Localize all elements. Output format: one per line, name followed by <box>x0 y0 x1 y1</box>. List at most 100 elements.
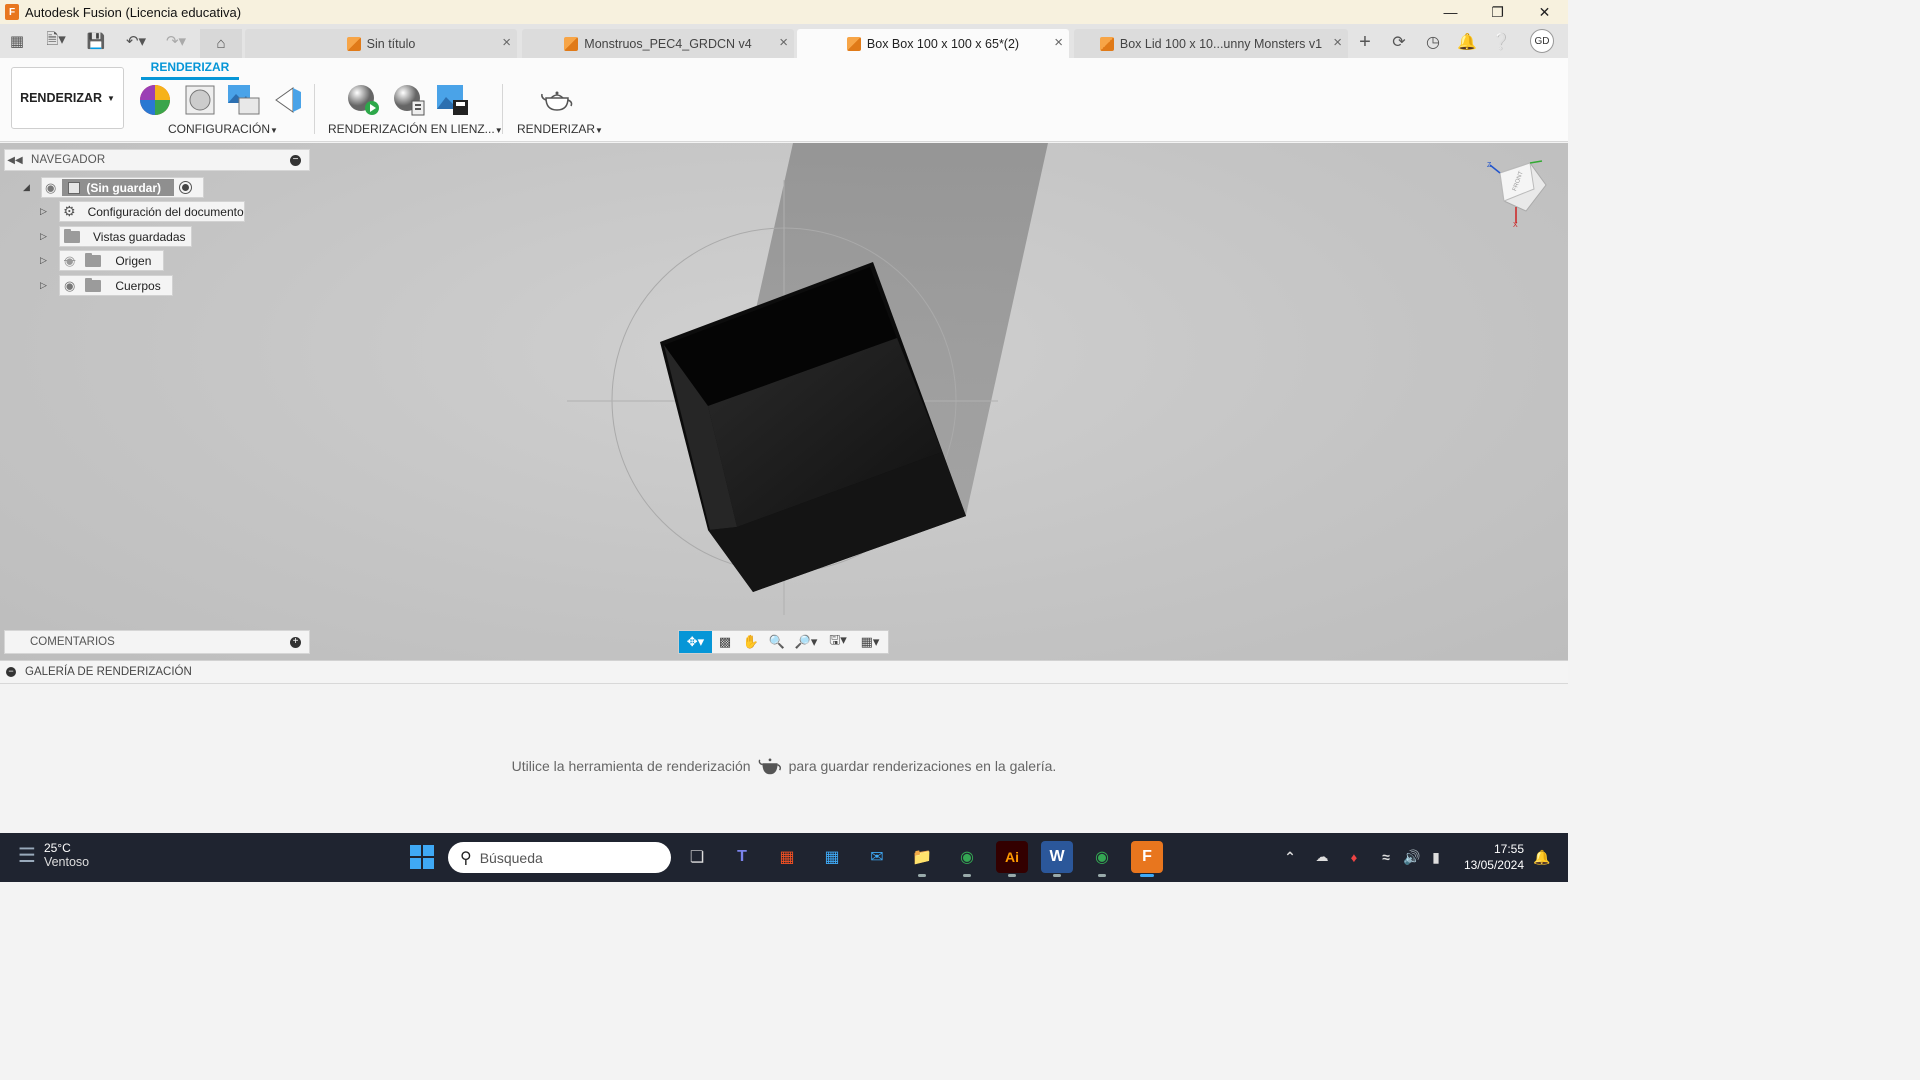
browser-item-label: Cuerpos <box>115 278 161 293</box>
tab-box-box[interactable]: Box Box 100 x 100 x 65*(2) × <box>797 29 1069 58</box>
expand-triangle-icon[interactable]: ▷ <box>40 231 47 242</box>
navigation-toolbar: ✥▾ ▩ ✋ 🔍 🔎▾ 🖫▾ ▦▾ <box>678 630 889 654</box>
comments-title: COMENTARIOS <box>30 636 115 648</box>
close-tab-icon[interactable]: × <box>1333 34 1342 51</box>
save-icon[interactable]: 💾 <box>86 30 106 52</box>
renderizar-group-menu[interactable]: RENDERIZAR▼ <box>517 122 603 136</box>
appearance-color-wheel-icon[interactable] <box>138 84 172 116</box>
undo-icon[interactable]: ↶▾ <box>120 30 152 52</box>
browser-item-bodies[interactable]: ◉ Cuerpos <box>59 275 173 296</box>
look-at-icon[interactable]: ▩ <box>712 631 738 653</box>
teams-icon[interactable]: T <box>726 841 758 873</box>
minimize-icon[interactable]: — <box>1427 0 1474 24</box>
tab-label: Sin título <box>366 36 416 51</box>
show-hidden-icons-chevron-icon[interactable]: ⌃ <box>1274 841 1306 873</box>
data-panel-grid-icon[interactable]: ▦ <box>6 30 28 52</box>
add-comment-icon[interactable]: + <box>290 637 301 648</box>
calendar-icon[interactable]: ▦ <box>816 841 848 873</box>
restore-icon[interactable]: ❐ <box>1474 0 1521 24</box>
view-cube[interactable]: FRONT Z X <box>1486 159 1550 229</box>
user-avatar[interactable]: GD <box>1530 29 1554 53</box>
visibility-eye-icon[interactable]: ◉ <box>64 278 75 294</box>
in-canvas-render-start-icon[interactable] <box>346 84 380 116</box>
microsoft-store-icon[interactable]: ▦ <box>771 841 803 873</box>
orbit-icon[interactable]: ✥▾ <box>679 631 712 653</box>
browser-panel-header[interactable]: ◀◀ NAVEGADOR − <box>4 149 310 171</box>
pan-hand-icon[interactable]: ✋ <box>738 631 764 653</box>
root-node-chip: (Sin guardar) <box>62 179 175 196</box>
hidden-eye-icon[interactable]: ◉ <box>64 253 75 269</box>
scene-settings-icon[interactable] <box>183 84 217 116</box>
render-teapot-icon[interactable] <box>540 84 574 116</box>
configuracion-group-menu[interactable]: CONFIGURACIÓN▼ <box>168 122 278 136</box>
new-tab-plus-icon[interactable]: + <box>1353 30 1377 54</box>
texture-map-icon[interactable] <box>227 84 261 116</box>
collapse-panel-icon[interactable]: ◀◀ <box>5 155 25 166</box>
browser-item-origin[interactable]: ◉ Origen <box>59 250 164 271</box>
ribbon-divider <box>502 84 503 134</box>
file-explorer-icon[interactable]: 📁 <box>906 841 938 877</box>
start-windows-icon[interactable] <box>406 841 438 873</box>
render-gallery-header[interactable]: − GALERÍA DE RENDERIZACIÓN <box>0 660 1568 684</box>
clock-date: 13/05/2024 <box>1463 858 1524 872</box>
battery-icon[interactable]: ▮ <box>1420 841 1452 873</box>
search-icon: ⚲ <box>460 849 472 867</box>
close-tab-icon[interactable]: × <box>779 34 788 51</box>
in-canvas-render-settings-icon[interactable] <box>392 84 426 116</box>
close-tab-icon[interactable]: × <box>1054 34 1063 51</box>
tab-label: Monstruos_PEC4_GRDCN v4 <box>584 36 752 51</box>
grid-settings-icon[interactable]: ▦▾ <box>854 631 886 653</box>
illustrator-icon[interactable]: Ai <box>996 841 1028 877</box>
tab-sin-titulo[interactable]: Sin título × <box>245 29 517 58</box>
job-status-clock-icon[interactable]: ◷ <box>1421 30 1445 54</box>
title-bar: F Autodesk Fusion (Licencia educativa) —… <box>0 0 1568 24</box>
zoom-window-icon[interactable]: 🔎▾ <box>790 631 822 653</box>
home-icon[interactable]: ⌂ <box>200 29 242 58</box>
activate-radio-icon[interactable] <box>179 181 193 194</box>
display-settings-icon[interactable]: 🖫▾ <box>822 631 854 653</box>
chrome-profile-icon[interactable]: ◉ <box>1086 841 1118 877</box>
chrome-icon[interactable]: ◉ <box>951 841 983 877</box>
browser-item-saved-views[interactable]: Vistas guardadas <box>59 226 192 247</box>
file-menu-icon[interactable]: 🗎▾ <box>40 30 72 52</box>
redo-icon[interactable]: ↷▾ <box>160 30 192 52</box>
taskbar-search-box[interactable]: ⚲ Búsqueda <box>448 842 671 873</box>
component-icon <box>68 181 81 194</box>
zoom-icon[interactable]: 🔍 <box>764 631 790 653</box>
notifications-bell-icon[interactable]: 🔔 <box>1455 30 1479 54</box>
visibility-eye-icon[interactable]: ◉ <box>45 180 56 196</box>
browser-item-document-settings[interactable]: ⚙ Configuración del documento <box>59 201 245 222</box>
browser-root-node[interactable]: ◉ (Sin guardar) <box>41 177 204 198</box>
expand-triangle-icon[interactable]: ▷ <box>40 255 47 266</box>
decal-icon[interactable] <box>271 84 305 116</box>
fusion-app-icon: F <box>5 4 19 20</box>
extensions-icon[interactable]: ⟳ <box>1387 30 1411 54</box>
mail-icon[interactable]: ✉ <box>861 841 893 873</box>
comments-panel-header[interactable]: COMENTARIOS + <box>4 630 310 654</box>
collapse-gallery-icon[interactable]: − <box>6 667 16 677</box>
tab-box-lid[interactable]: Box Lid 100 x 10...unny Monsters v1 × <box>1074 29 1348 58</box>
close-icon[interactable]: ✕ <box>1521 0 1568 24</box>
onedrive-error-icon[interactable]: ☁ <box>1306 841 1338 873</box>
tab-monstruos[interactable]: Monstruos_PEC4_GRDCN v4 × <box>522 29 794 58</box>
tab-renderizar[interactable]: RENDERIZAR <box>141 60 239 80</box>
minimize-panel-icon[interactable]: − <box>290 155 301 166</box>
close-tab-icon[interactable]: × <box>502 34 511 51</box>
weather-widget[interactable]: ☰ 25°C Ventoso <box>18 841 89 869</box>
capture-image-icon[interactable] <box>436 84 470 116</box>
security-icon[interactable]: ♦ <box>1338 841 1370 873</box>
window-controls: — ❐ ✕ <box>1427 0 1568 24</box>
browser-item-label: Configuración del documento <box>87 204 244 219</box>
expand-triangle-icon[interactable]: ▷ <box>40 206 47 217</box>
help-icon[interactable]: ❔ <box>1489 30 1513 54</box>
expand-triangle-icon[interactable]: ▷ <box>40 280 47 291</box>
workspace-switcher-button[interactable]: RENDERIZAR ▼ <box>11 67 124 129</box>
notification-bell-icon[interactable]: 🔔 <box>1526 841 1558 873</box>
system-clock[interactable]: 17:55 13/05/2024 <box>1464 841 1524 873</box>
render-in-canvas-group-menu[interactable]: RENDERIZACIÓN EN LIENZ...▼ <box>328 122 503 136</box>
fusion-taskbar-icon[interactable]: F <box>1131 841 1163 877</box>
word-icon[interactable]: W <box>1041 841 1073 877</box>
gallery-empty-message: Utilice la herramienta de renderización … <box>0 755 1568 777</box>
expand-triangle-icon[interactable]: ◢ <box>23 182 30 193</box>
task-view-icon[interactable]: ❏ <box>681 841 713 873</box>
